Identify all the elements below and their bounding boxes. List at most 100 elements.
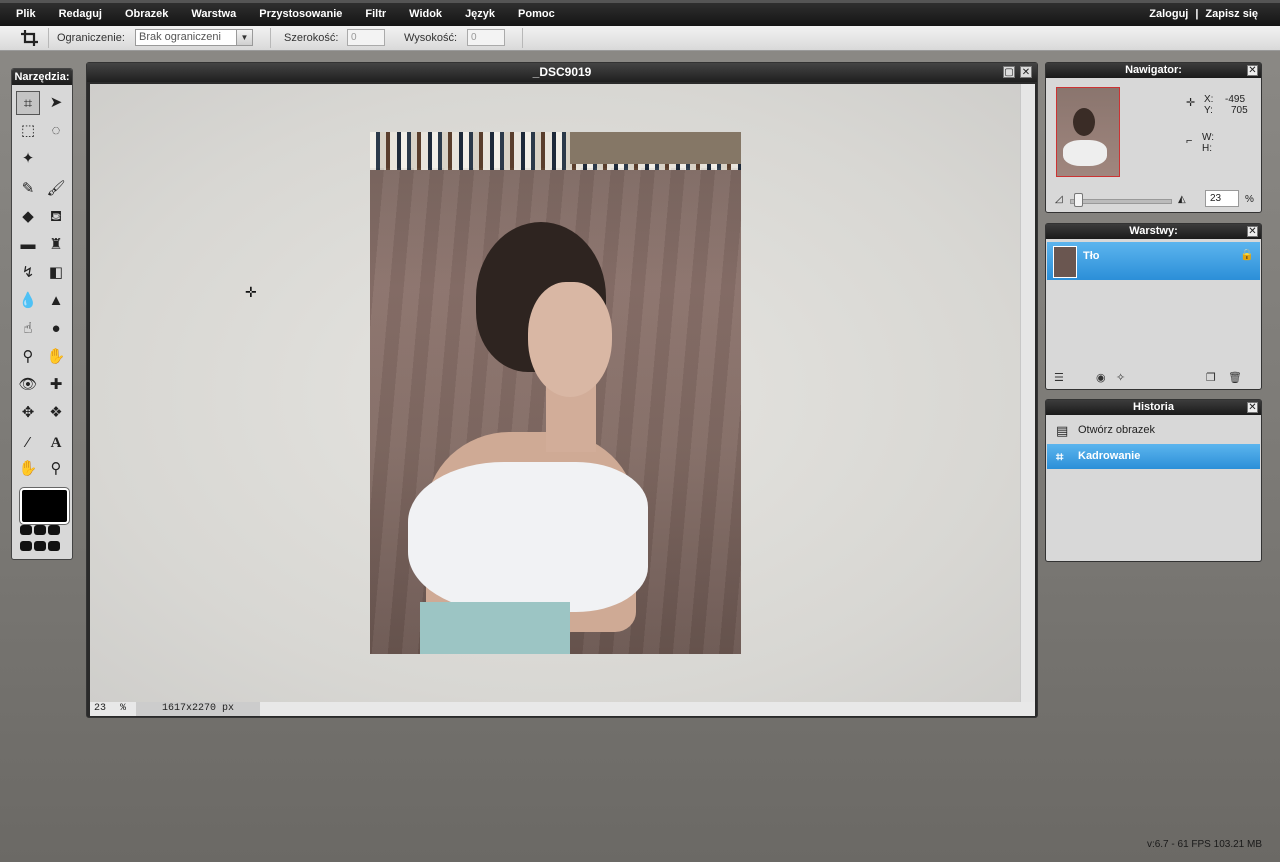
pencil-tool-icon[interactable]: ✎: [16, 177, 40, 201]
menu-bar: Plik Redaguj Obrazek Warstwa Przystosowa…: [0, 0, 1280, 26]
zoom-out-icon[interactable]: ◿: [1055, 194, 1063, 205]
trash-icon[interactable]: 🗑: [1228, 371, 1242, 384]
zoom-value[interactable]: 23: [94, 703, 106, 714]
image-canvas[interactable]: ✛: [90, 84, 1020, 702]
menu-layer[interactable]: Warstwa: [191, 8, 236, 20]
smudge-tool-icon[interactable]: ☝: [16, 317, 40, 341]
maximize-icon[interactable]: ▢: [1003, 66, 1015, 78]
navigator-panel: Nawigator: ✕ ✛ X: -495 Y: 705 ⌐ W: H: ◿ …: [1045, 62, 1262, 213]
layer-name: Tło: [1083, 250, 1100, 262]
tool-options-bar: Ograniczenie: Brak ograniczeni ▼ Szeroko…: [0, 26, 1280, 51]
layer-mask-icon[interactable]: ◉: [1096, 371, 1106, 384]
blur-tool-icon[interactable]: 💧: [16, 289, 40, 313]
menu-file[interactable]: Plik: [16, 8, 36, 20]
layer-thumbnail: [1053, 246, 1077, 278]
version-status: v:6.7 - 61 FPS 103.21 MB: [1146, 839, 1262, 850]
menu-filter[interactable]: Filtr: [365, 8, 386, 20]
menu-language[interactable]: Język: [465, 8, 495, 20]
zoom-slider-track[interactable]: [1070, 199, 1172, 204]
menu-help[interactable]: Pomoc: [518, 8, 555, 20]
zoom-percent: %: [1245, 194, 1254, 205]
document-title: _DSC9019: [532, 65, 592, 79]
lasso-tool-icon[interactable]: ◌: [44, 119, 68, 143]
crop-cursor-icon: ✛: [245, 284, 257, 300]
color-replace-icon[interactable]: ↯: [16, 261, 40, 285]
sponge-tool-icon[interactable]: ●: [44, 317, 68, 341]
crop-icon[interactable]: [20, 29, 40, 47]
layer-settings-icon[interactable]: ☰: [1054, 371, 1064, 384]
crop-tool-icon[interactable]: ⌗: [16, 91, 40, 115]
constraint-select[interactable]: Brak ograniczeni ▼: [135, 29, 253, 46]
pinch-tool-icon[interactable]: ❖: [44, 401, 68, 425]
menu-adjustments[interactable]: Przystosowanie: [259, 8, 342, 20]
magic-wand-icon[interactable]: ✦: [16, 147, 40, 171]
close-icon[interactable]: ✕: [1247, 226, 1258, 237]
layer-style-icon[interactable]: ✧: [1116, 371, 1125, 384]
move-tool-icon[interactable]: ➤: [44, 91, 68, 115]
close-icon[interactable]: ✕: [1247, 402, 1258, 413]
navigator-thumbnail[interactable]: [1056, 87, 1120, 177]
text-tool-icon[interactable]: A: [44, 431, 68, 455]
zoom-tool-icon[interactable]: ⚲: [44, 457, 68, 481]
bookshelf-right: [570, 132, 741, 164]
red-eye-tool-icon[interactable]: 👁: [16, 373, 40, 397]
close-icon[interactable]: ✕: [1247, 65, 1258, 76]
x-value: -495: [1225, 94, 1246, 105]
selection-size-icon: ⌐: [1186, 135, 1193, 147]
tools-title: Narzędzia:: [12, 69, 72, 85]
brush-tool-icon[interactable]: 🖌: [44, 177, 68, 201]
width-label: Szerokość:: [284, 32, 339, 44]
skirt: [420, 602, 570, 654]
history-item-label: Kadrowanie: [1078, 450, 1141, 462]
new-layer-icon[interactable]: ❐: [1206, 371, 1216, 384]
gradient-tool-icon[interactable]: ▬: [16, 233, 40, 257]
dodge-tool-icon[interactable]: ⚲: [16, 345, 40, 369]
sharpen-tool-icon[interactable]: ▲: [44, 289, 68, 313]
document-icon: ▤: [1056, 423, 1069, 438]
signup-link[interactable]: Zapisz się: [1205, 8, 1258, 20]
history-item-open[interactable]: ▤ Otwórz obrazek: [1047, 418, 1260, 443]
layers-footer: ☰ ◉ ✧ ❐ 🗑: [1052, 371, 1256, 385]
navigator-titlebar[interactable]: Nawigator: ✕: [1046, 63, 1261, 78]
document-window: _DSC9019 ▢ ✕ ✛ 23 % 1617x2270 px: [86, 62, 1038, 718]
height-input[interactable]: [467, 29, 505, 46]
toolbar-separator: [522, 28, 523, 48]
stamp-tool-icon[interactable]: ♜: [44, 233, 68, 257]
crop-icon: ⌗: [1056, 449, 1064, 464]
bucket-tool-icon[interactable]: ⛾: [44, 205, 68, 229]
zoom-in-icon[interactable]: ◭: [1178, 194, 1186, 205]
menu-edit[interactable]: Redaguj: [59, 8, 102, 20]
chevron-down-icon[interactable]: ▼: [236, 30, 252, 45]
burn-tool-icon[interactable]: ✋: [44, 345, 68, 369]
color-picker-icon[interactable]: ⁄: [16, 431, 40, 455]
vertical-scrollbar[interactable]: [1020, 84, 1035, 702]
constraint-value: Brak ograniczeni: [139, 31, 221, 43]
spot-heal-tool-icon[interactable]: ✚: [44, 373, 68, 397]
foreground-color-swatch[interactable]: [20, 488, 69, 524]
history-titlebar[interactable]: Historia ✕: [1046, 400, 1261, 415]
x-label: X:: [1204, 94, 1214, 105]
blouse: [408, 462, 648, 612]
shape-tool-icon[interactable]: ◧: [44, 261, 68, 285]
menu-view[interactable]: Widok: [409, 8, 442, 20]
eraser-tool-icon[interactable]: ◆: [16, 205, 40, 229]
y-label: Y:: [1204, 105, 1213, 116]
tool-presets[interactable]: [20, 525, 68, 557]
history-item-crop[interactable]: ⌗ Kadrowanie: [1047, 444, 1260, 469]
document-titlebar[interactable]: _DSC9019 ▢ ✕: [87, 63, 1037, 82]
zoom-input[interactable]: 23: [1205, 190, 1239, 207]
layers-titlebar[interactable]: Warstwy: ✕: [1046, 224, 1261, 239]
menu-image[interactable]: Obrazek: [125, 8, 168, 20]
toolbar-separator: [270, 28, 271, 48]
height-label: Wysokość:: [404, 32, 458, 44]
hand-tool-icon[interactable]: ✋: [16, 457, 40, 481]
login-link[interactable]: Zaloguj: [1149, 8, 1188, 20]
marquee-tool-icon[interactable]: ⬚: [16, 119, 40, 143]
navigator-title: Nawigator:: [1125, 64, 1182, 76]
layer-row[interactable]: Tło 🔒: [1047, 242, 1260, 280]
close-icon[interactable]: ✕: [1020, 66, 1032, 78]
bloat-tool-icon[interactable]: ✥: [16, 401, 40, 425]
width-input[interactable]: [347, 29, 385, 46]
toolbar-separator: [48, 28, 49, 48]
zoom-slider-handle[interactable]: [1074, 193, 1083, 207]
